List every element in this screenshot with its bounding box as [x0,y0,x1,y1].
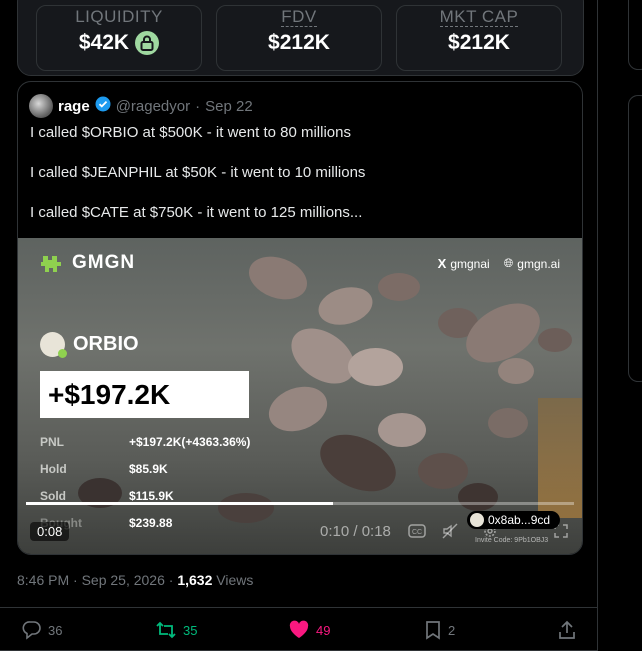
tweet-line: I called $CATE at $750K - it went to 125… [30,204,363,221]
stat-value: $239.88 [129,516,173,530]
sidebar-card-fragment [628,95,642,382]
share-button[interactable] [557,620,577,640]
x-logo-icon: X [437,256,447,271]
bookmark-button[interactable]: 2 [424,620,455,640]
svg-text:CC: CC [412,529,422,536]
globe-icon: 🌐︎ [503,256,514,270]
reply-count: 36 [48,622,63,638]
x-handle: gmgnai [450,256,490,271]
stat-value: $115.9K [129,489,174,503]
avatar[interactable] [29,94,53,118]
author-handle[interactable]: @ragedyor [116,98,190,115]
stat-value: +$197.2K(+4363.36%) [129,435,251,449]
mute-icon[interactable] [442,523,458,542]
pnl-big-value: +$197.2K [48,378,171,410]
reply-button[interactable]: 36 [22,620,62,640]
author-name[interactable]: rage [58,98,90,115]
quoted-tweet[interactable]: rage @ragedyor · Sep 22 I called $ORBIO … [17,81,583,555]
token-stats-card: LIQUIDITY $42K FDV $212K MKT CAP $212K [17,0,584,76]
video-time-readout: 0:10 / 0:18 [320,523,391,540]
invite-code: Invite Code: 9Pb1OBJ3 [475,537,549,544]
repost-icon [156,621,176,639]
stat-key: PNL [40,435,64,449]
video-progress-bar[interactable] [26,502,574,505]
like-button[interactable]: 49 [288,620,330,640]
liquidity-stat: LIQUIDITY $42K [36,5,202,71]
stat-key: Sold [40,489,66,503]
pnl-big-box: +$197.2K [40,371,249,418]
bookmark-count: 2 [448,622,456,638]
fdv-value: $212K [268,31,330,54]
tweet-meta: 8:46 PM · Sep 25, 2026 · 1,632 Views [17,572,253,588]
gmgn-brand: GMGN [72,252,136,273]
gmgn-logo: GMGN [40,252,135,274]
views-count: 1,632 [177,572,213,588]
tweet-line: I called $ORBIO at $500K - it went to 80… [30,124,351,141]
post-date[interactable]: Sep 22 [205,98,253,115]
tweet-actions: 36 35 49 2 [0,620,597,644]
liquidity-value: $42K [78,31,130,54]
share-icon [559,620,575,639]
column-divider [597,0,598,651]
captions-icon[interactable]: CC [408,523,426,542]
repost-count: 35 [183,622,198,638]
x-link: Xgmgnai [438,256,490,271]
like-count: 49 [316,622,331,638]
verified-badge-icon [95,96,111,116]
token-icon [40,332,67,358]
liquidity-label: LIQUIDITY [75,7,163,26]
web-link: 🌐︎ gmgn.ai [504,256,560,271]
token-name: ORBIO [73,333,139,355]
fdv-label: FDV [281,7,317,27]
mktcap-value: $212K [448,31,510,54]
stat-key: Hold [40,462,67,476]
sidebar-card-fragment [628,0,642,70]
heart-icon [289,620,309,638]
elapsed-time-badge: 0:08 [30,522,70,541]
separator: · [195,97,201,115]
wallet-avatar-icon [470,513,484,527]
video-progress-fill [26,502,333,505]
views-label: Views [216,572,254,588]
stat-value: $85.9K [129,462,168,476]
wallet-address-chip: 0x8ab...9cd [467,511,561,529]
tweet-text: I called $ORBIO at $500K - it went to 80… [30,123,365,243]
wallet-address: 0x8ab...9cd [488,513,551,527]
frog-icon [41,256,61,272]
bookmark-icon [426,621,440,640]
reply-icon [22,621,41,640]
mktcap-label: MKT CAP [439,7,519,27]
video-player[interactable]: GMGN Xgmgnai 🌐︎ gmgn.ai ORBIO +$197.2K PN… [18,238,582,554]
post-timestamp[interactable]: 8:46 PM · Sep 25, 2026 · [17,572,173,588]
tweet-line: I called $JEANPHIL at $50K - it went to … [30,164,366,181]
fdv-stat: FDV $212K [216,5,382,71]
mktcap-stat: MKT CAP $212K [396,5,562,71]
lock-icon [135,31,160,55]
divider [0,607,597,608]
repost-button[interactable]: 35 [155,620,197,640]
web-url: gmgn.ai [517,256,560,271]
